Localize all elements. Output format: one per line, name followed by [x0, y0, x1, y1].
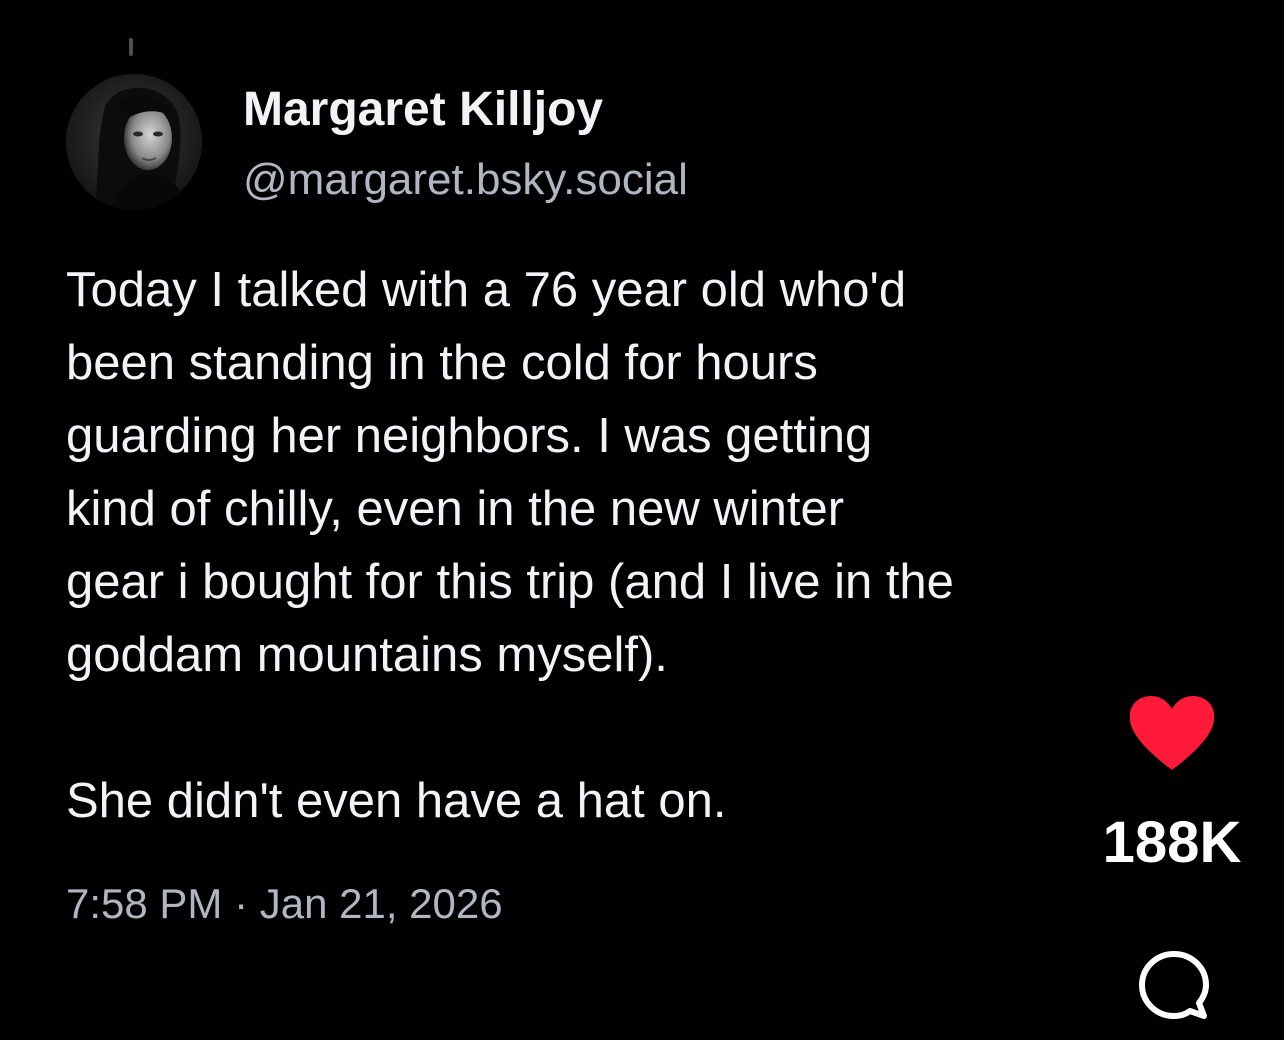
thread-connector-line: [129, 38, 133, 56]
post-paragraph: She didn't even have a hat on.: [66, 774, 727, 828]
post-body: Today I talked with a 76 year old who'd …: [66, 254, 1186, 838]
avatar[interactable]: [66, 74, 202, 210]
heart-icon: [1129, 696, 1215, 770]
comment-button[interactable]: [1136, 948, 1212, 1024]
like-button[interactable]: [1124, 694, 1220, 774]
avatar-image: [66, 74, 202, 210]
author-handle[interactable]: @margaret.bsky.social: [243, 152, 688, 208]
post-paragraph: Today I talked with a 76 year old who'd …: [66, 263, 954, 682]
author-display-name[interactable]: Margaret Killjoy: [243, 80, 603, 140]
post-timestamp: 7:58 PM · Jan 21, 2026: [66, 880, 503, 927]
speech-bubble-icon: [1139, 951, 1209, 1019]
like-count: 188K: [1102, 810, 1242, 875]
